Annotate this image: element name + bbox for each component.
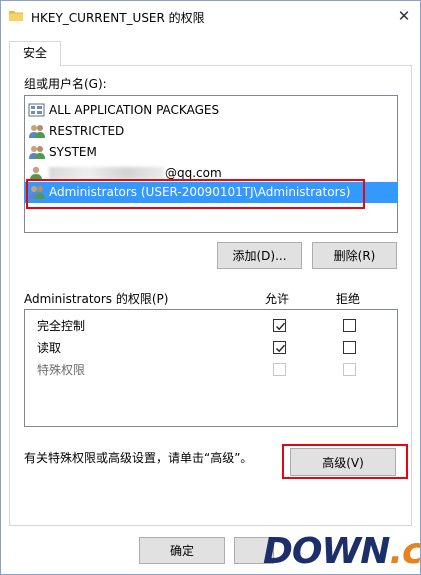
list-item-label: RESTRICTED: [49, 124, 125, 138]
user-group-icon: [29, 146, 45, 159]
deny-column-header: 拒绝: [336, 292, 361, 306]
checkmark-icon: [276, 322, 286, 331]
window-title: HKEY_CURRENT_USER 的权限: [31, 11, 205, 25]
list-item-label: SYSTEM: [49, 145, 97, 159]
watermark-o: O: [291, 531, 323, 572]
close-icon: ✕: [397, 7, 411, 25]
list-item-administrators[interactable]: Administrators (USER-20090101TJ\Administ…: [28, 182, 394, 202]
user-group-icon: [29, 186, 45, 199]
permissions-label: Administrators 的权限(P): [24, 292, 169, 306]
allow-full-control-checkbox[interactable]: [273, 319, 286, 332]
allow-column-header: 允许: [265, 292, 290, 306]
tab-security[interactable]: 安全: [9, 41, 61, 66]
advanced-hint: 有关特殊权限或高级设置，请单击“高级”。: [24, 451, 253, 465]
list-item-system[interactable]: SYSTEM: [28, 142, 394, 162]
deny-read-checkbox[interactable]: [343, 341, 356, 354]
list-item-restricted[interactable]: RESTRICTED: [28, 121, 394, 141]
watermark-d: D: [263, 531, 293, 572]
deny-special-checkbox: [343, 363, 356, 376]
groups-label: 组或用户名(G):: [24, 77, 107, 91]
user-icon: [30, 166, 42, 180]
deny-full-control-checkbox[interactable]: [343, 319, 356, 332]
list-item-all-application-packages[interactable]: ALL APPLICATION PACKAGES: [28, 100, 394, 120]
watermark-cc: .cc: [389, 531, 421, 572]
permissions-dialog: HKEY_CURRENT_USER 的权限 ✕ 安全 组或用户名(G): ALL…: [0, 0, 421, 575]
user-group-icon: [29, 125, 45, 138]
watermark-logo: DOWN.cc: [263, 527, 421, 574]
advanced-button[interactable]: 高级(V): [290, 448, 396, 476]
list-item-qq-user[interactable]: @qq.com: [28, 163, 394, 183]
list-item-label: ALL APPLICATION PACKAGES: [49, 103, 220, 117]
redacted-username: [49, 167, 164, 179]
allow-read-checkbox[interactable]: [273, 341, 286, 354]
app-packages-icon: [28, 103, 45, 117]
list-item-label: Administrators (USER-20090101TJ\Administ…: [49, 185, 351, 199]
add-button[interactable]: 添加(D)...: [217, 242, 302, 269]
ok-button[interactable]: 确定: [139, 537, 225, 564]
folder-icon: [9, 11, 23, 21]
close-button[interactable]: ✕: [390, 3, 418, 29]
perm-row-read: 读取: [37, 341, 62, 355]
checkmark-icon: [276, 344, 286, 353]
remove-button[interactable]: 删除(R): [312, 242, 397, 269]
user-list[interactable]: ALL APPLICATION PACKAGES RESTRICTED SYST…: [24, 95, 398, 233]
allow-special-checkbox: [273, 363, 286, 376]
perm-row-full-control: 完全控制: [37, 319, 86, 333]
title-bar: HKEY_CURRENT_USER 的权限 ✕: [1, 1, 420, 32]
perm-row-special: 特殊权限: [37, 363, 86, 377]
permissions-list: 完全控制 读取 特殊权限: [24, 309, 398, 427]
watermark-wn: WN: [321, 531, 391, 572]
list-item-label: @qq.com: [165, 166, 222, 180]
